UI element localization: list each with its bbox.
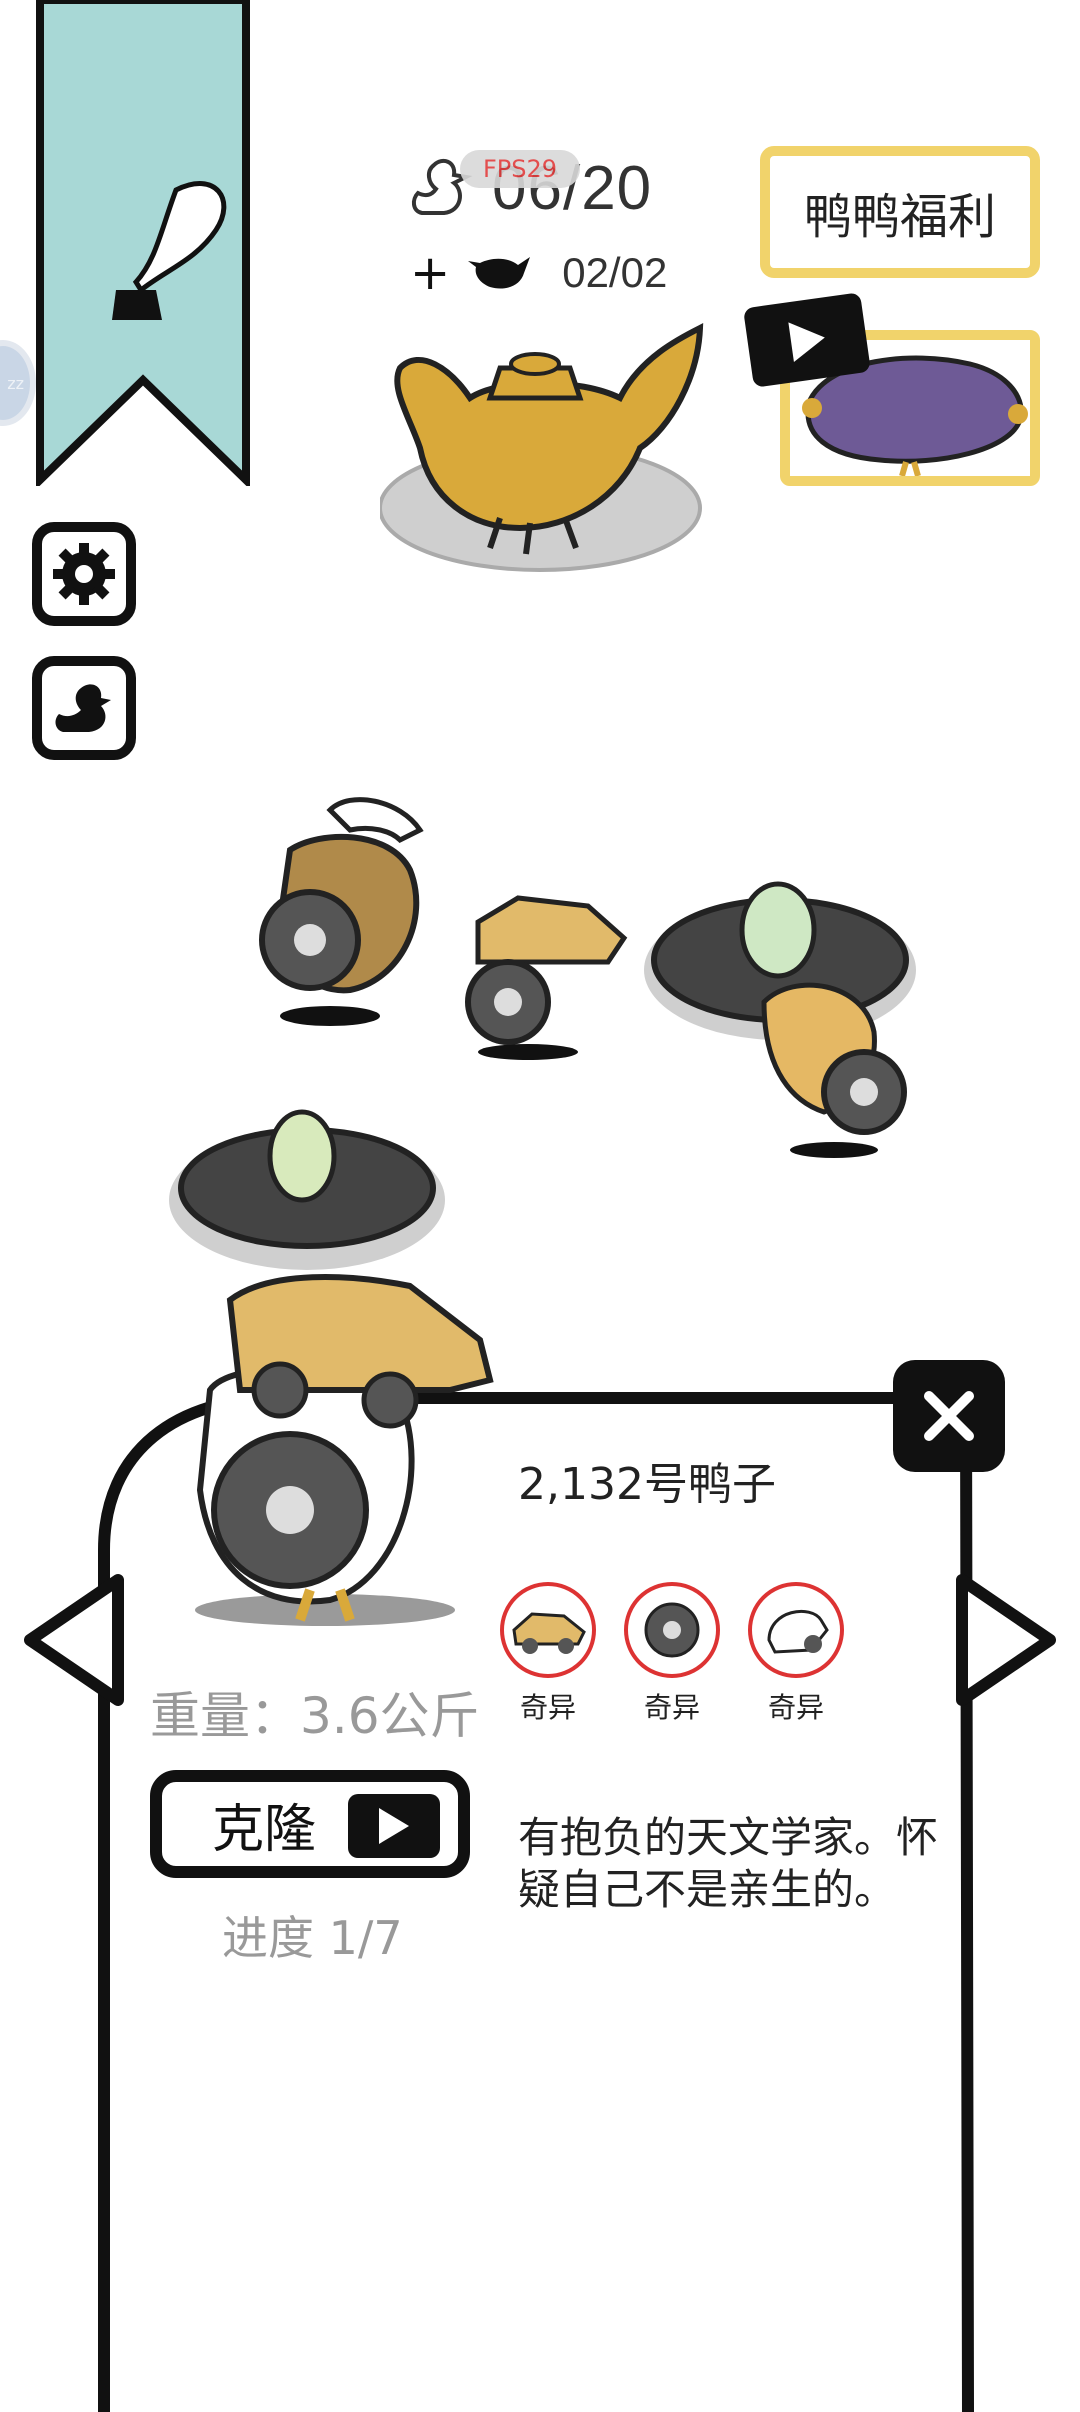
bull-duck-character[interactable] — [250, 790, 450, 1030]
duck-collection-button[interactable] — [32, 656, 136, 760]
car-duck-character[interactable] — [448, 882, 628, 1062]
trait-item[interactable]: 奇异 — [622, 1582, 722, 1726]
trait-item[interactable]: 奇异 — [746, 1582, 846, 1726]
next-arrow-button[interactable] — [952, 1570, 1062, 1710]
fps-indicator: FPS29 — [460, 150, 580, 188]
plus-sign: + — [410, 245, 451, 301]
teapot-icon — [468, 257, 531, 289]
car-trait-icon — [500, 1582, 596, 1678]
video-ad-badge[interactable] — [743, 292, 871, 388]
nest-with-egg[interactable] — [162, 1080, 452, 1280]
clone-label: 克隆 — [212, 1799, 317, 1860]
trait-label: 奇异 — [643, 1691, 700, 1724]
wheel-trait-icon — [624, 1582, 720, 1678]
trait-item[interactable]: 奇异 — [498, 1582, 598, 1726]
side-bubble[interactable]: zz — [0, 340, 36, 426]
selected-duck-portrait — [195, 1274, 494, 1626]
clone-button[interactable]: 克隆 — [150, 1770, 470, 1878]
clone-progress: 进度 1/7 — [222, 1911, 403, 1965]
trait-label: 奇异 — [519, 1691, 576, 1724]
robe-trait-icon — [748, 1582, 844, 1678]
play-icon — [379, 1808, 409, 1844]
close-button[interactable] — [893, 1360, 1005, 1472]
bookmark-ribbon[interactable] — [36, 0, 250, 486]
trait-label: 奇异 — [767, 1691, 824, 1724]
side-bubble-label: zz — [7, 373, 24, 393]
teapot-count: 02/02 — [562, 249, 668, 296]
clone-video-badge — [348, 1794, 440, 1858]
dog-duck-character[interactable] — [744, 972, 924, 1162]
previous-arrow-button[interactable] — [18, 1570, 128, 1710]
weight-label: 重量：3.6公斤 — [150, 1687, 480, 1745]
gear-icon — [53, 543, 115, 605]
duck-silhouette-icon — [55, 684, 111, 732]
duck-description: 有抱负的天文学家。怀疑自己不是亲生的。 — [518, 1813, 939, 1914]
play-icon — [788, 322, 825, 363]
settings-button[interactable] — [32, 522, 136, 626]
teapot-counter: + 02/02 — [410, 245, 667, 301]
duck-name: 2,132号鸭子 — [518, 1459, 776, 1510]
close-icon — [924, 1391, 974, 1441]
golden-teapot[interactable] — [380, 318, 710, 582]
duck-welfare-button[interactable]: 鸭鸭福利 — [760, 146, 1040, 278]
